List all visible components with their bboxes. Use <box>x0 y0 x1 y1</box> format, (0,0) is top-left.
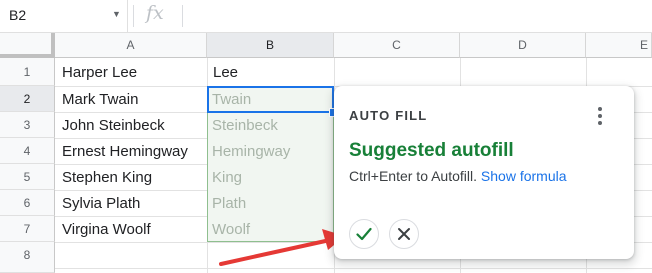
check-icon <box>356 227 372 241</box>
show-formula-link[interactable]: Show formula <box>481 168 567 184</box>
popup-title: AUTO FILL <box>349 108 428 123</box>
popup-hint-text: Ctrl+Enter to Autofill. <box>349 168 478 184</box>
autofill-popup: AUTO FILL Suggested autofill Ctrl+Enter … <box>334 86 634 259</box>
close-icon <box>398 228 410 240</box>
accept-autofill-button[interactable] <box>349 219 379 249</box>
popup-hint: Ctrl+Enter to Autofill. Show formula <box>349 168 567 184</box>
popup-heading: Suggested autofill <box>349 140 514 161</box>
more-options-icon[interactable] <box>592 106 608 126</box>
dismiss-autofill-button[interactable] <box>389 219 419 249</box>
